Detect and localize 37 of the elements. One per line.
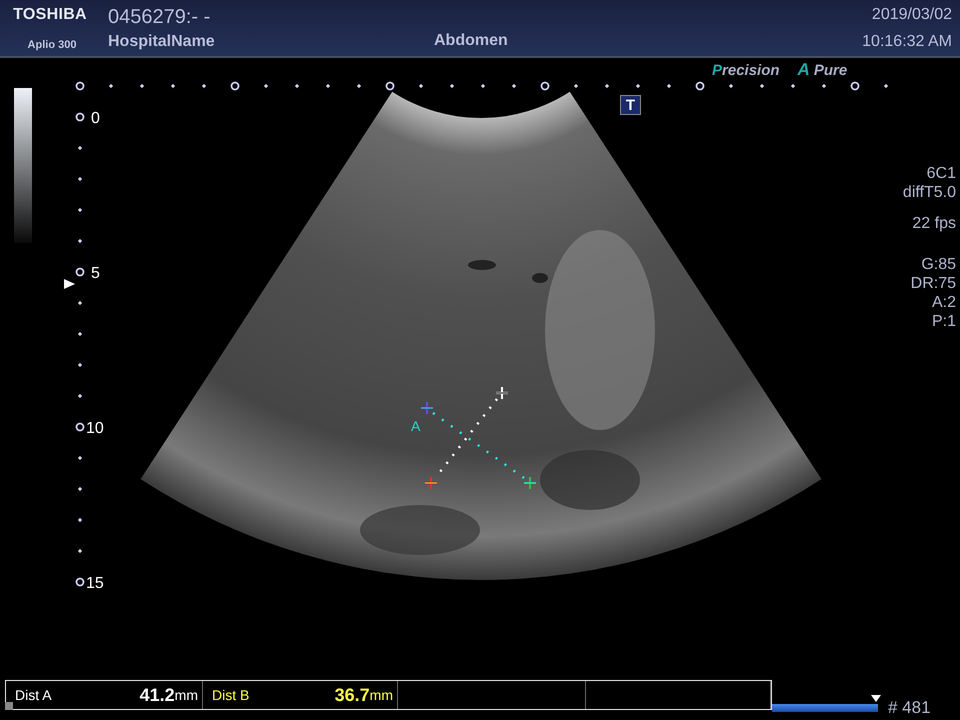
caliper-cross-icon (420, 401, 434, 415)
depth-label: 10 (86, 420, 104, 437)
corner-marker-icon (5, 702, 13, 710)
caliper-cross-icon (495, 386, 509, 400)
info-text: 6C1 (926, 164, 956, 183)
patient-id: 0456279:- - (108, 6, 212, 29)
t-badge: T (620, 95, 641, 115)
frame-number: # 481 (888, 698, 931, 718)
depth-label: 0 (91, 110, 100, 127)
cine-marker-icon (870, 695, 881, 702)
apure-mark: A (798, 60, 810, 80)
info-text: diffT5.0 (902, 183, 956, 202)
info-text: DR:75 (910, 274, 956, 293)
caliper-cross-icon (523, 476, 537, 490)
info-text: G:85 (921, 255, 956, 274)
precision-label: Precision (712, 62, 780, 79)
model-name: Aplio 300 (26, 39, 76, 51)
pure-label: Pure (814, 62, 848, 79)
measurement-unit: mm (370, 687, 393, 703)
info-text: A:2 (932, 293, 956, 312)
caliper-label: A (411, 418, 420, 434)
exam-time: 10:16:32 AM (862, 33, 952, 51)
depth-label: 5 (91, 265, 100, 282)
caliper-cross-icon (424, 476, 438, 490)
exam-date: 2019/03/02 (872, 6, 952, 24)
measurement-value: 41.2 (140, 684, 175, 706)
measurement-unit: mm (174, 687, 198, 703)
info-text: 22 fps (912, 214, 956, 233)
depth-label: 15 (86, 575, 104, 592)
focus-marker-icon (64, 279, 75, 289)
measurement-label: Dist B (212, 687, 250, 703)
exam-type: Abdomen (434, 32, 508, 51)
hospital-name: HospitalName (108, 33, 216, 51)
measurement-value: 36.7 (334, 684, 370, 706)
brand-logo: TOSHIBA (13, 6, 87, 24)
info-text: P:1 (932, 312, 956, 331)
measurement-label: Dist A (15, 687, 53, 703)
